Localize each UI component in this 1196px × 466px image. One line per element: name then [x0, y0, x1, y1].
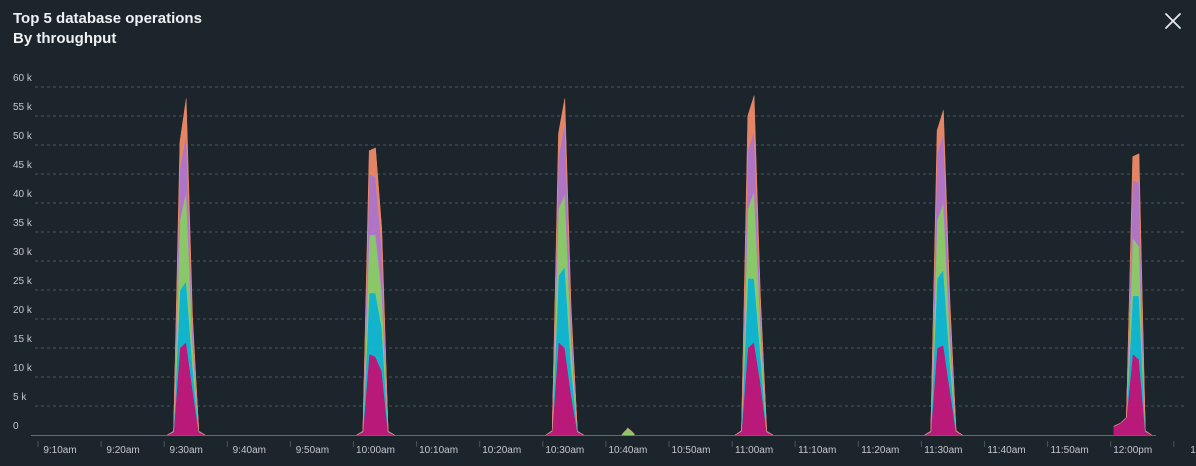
y-tick-label: 40 k	[13, 189, 33, 200]
stacked-areas	[167, 95, 1153, 436]
y-tick-label: 45 k	[13, 160, 33, 171]
series-0-area	[544, 341, 584, 436]
x-tick-label: 12	[1190, 445, 1196, 456]
series-0-area	[356, 353, 395, 436]
series-0-area	[167, 341, 206, 436]
x-tick-label: 9:10am	[43, 445, 76, 456]
x-tick-label: 9:50am	[296, 445, 329, 456]
x-tick-label: 11:40am	[987, 445, 1025, 456]
y-tick-label: 5 k	[13, 392, 27, 403]
x-tick-label: 10:20am	[482, 445, 521, 456]
y-tick-label: 15 k	[13, 334, 33, 345]
y-axis: 0 5 k 10 k 15 k 20 k 25 k 30 k 35 k 40 k 45 k 50 k…	[13, 73, 33, 432]
x-tick-label: 12:00pm	[1113, 445, 1152, 456]
x-tick-label: 11:10am	[798, 445, 836, 456]
x-tick-label: 10:10am	[419, 445, 458, 456]
x-tick-label: 10:30am	[545, 445, 584, 456]
y-tick-label: 30 k	[13, 247, 33, 258]
series-2-area	[621, 427, 635, 436]
x-tick-label: 9:20am	[106, 445, 139, 456]
y-tick-label: 55 k	[13, 102, 33, 113]
x-tick-label: 10:00am	[356, 445, 395, 456]
y-tick-label: 35 k	[13, 218, 33, 229]
x-axis: 9:10am 9:20am 9:30am 9:40am 9:50am 10:00am 10:…	[37, 441, 1196, 456]
grid-lines	[31, 86, 1186, 436]
x-tick-label: 10:50am	[672, 445, 711, 456]
x-tick-label: 9:30am	[170, 445, 203, 456]
x-tick-label: 9:40am	[233, 445, 266, 456]
x-tick-label: 11:50am	[1051, 445, 1089, 456]
x-tick-label: 11:20am	[861, 445, 899, 456]
y-tick-label: 25 k	[13, 276, 33, 287]
throughput-chart: 0 5 k 10 k 15 k 20 k 25 k 30 k 35 k 40 k 45 k 50 k…	[13, 73, 1196, 456]
series-0-area	[734, 341, 774, 436]
y-tick-label: 50 k	[13, 131, 33, 142]
y-tick-label: 0	[13, 421, 19, 432]
y-tick-label: 20 k	[13, 305, 33, 316]
x-tick-label: 11:00am	[735, 445, 773, 456]
x-tick-label: 11:30am	[924, 445, 962, 456]
y-tick-label: 60 k	[13, 73, 33, 84]
series-0-area	[924, 344, 964, 436]
y-tick-label: 10 k	[13, 363, 33, 374]
series-0-area	[1113, 353, 1153, 436]
x-tick-label: 10:40am	[608, 445, 647, 456]
